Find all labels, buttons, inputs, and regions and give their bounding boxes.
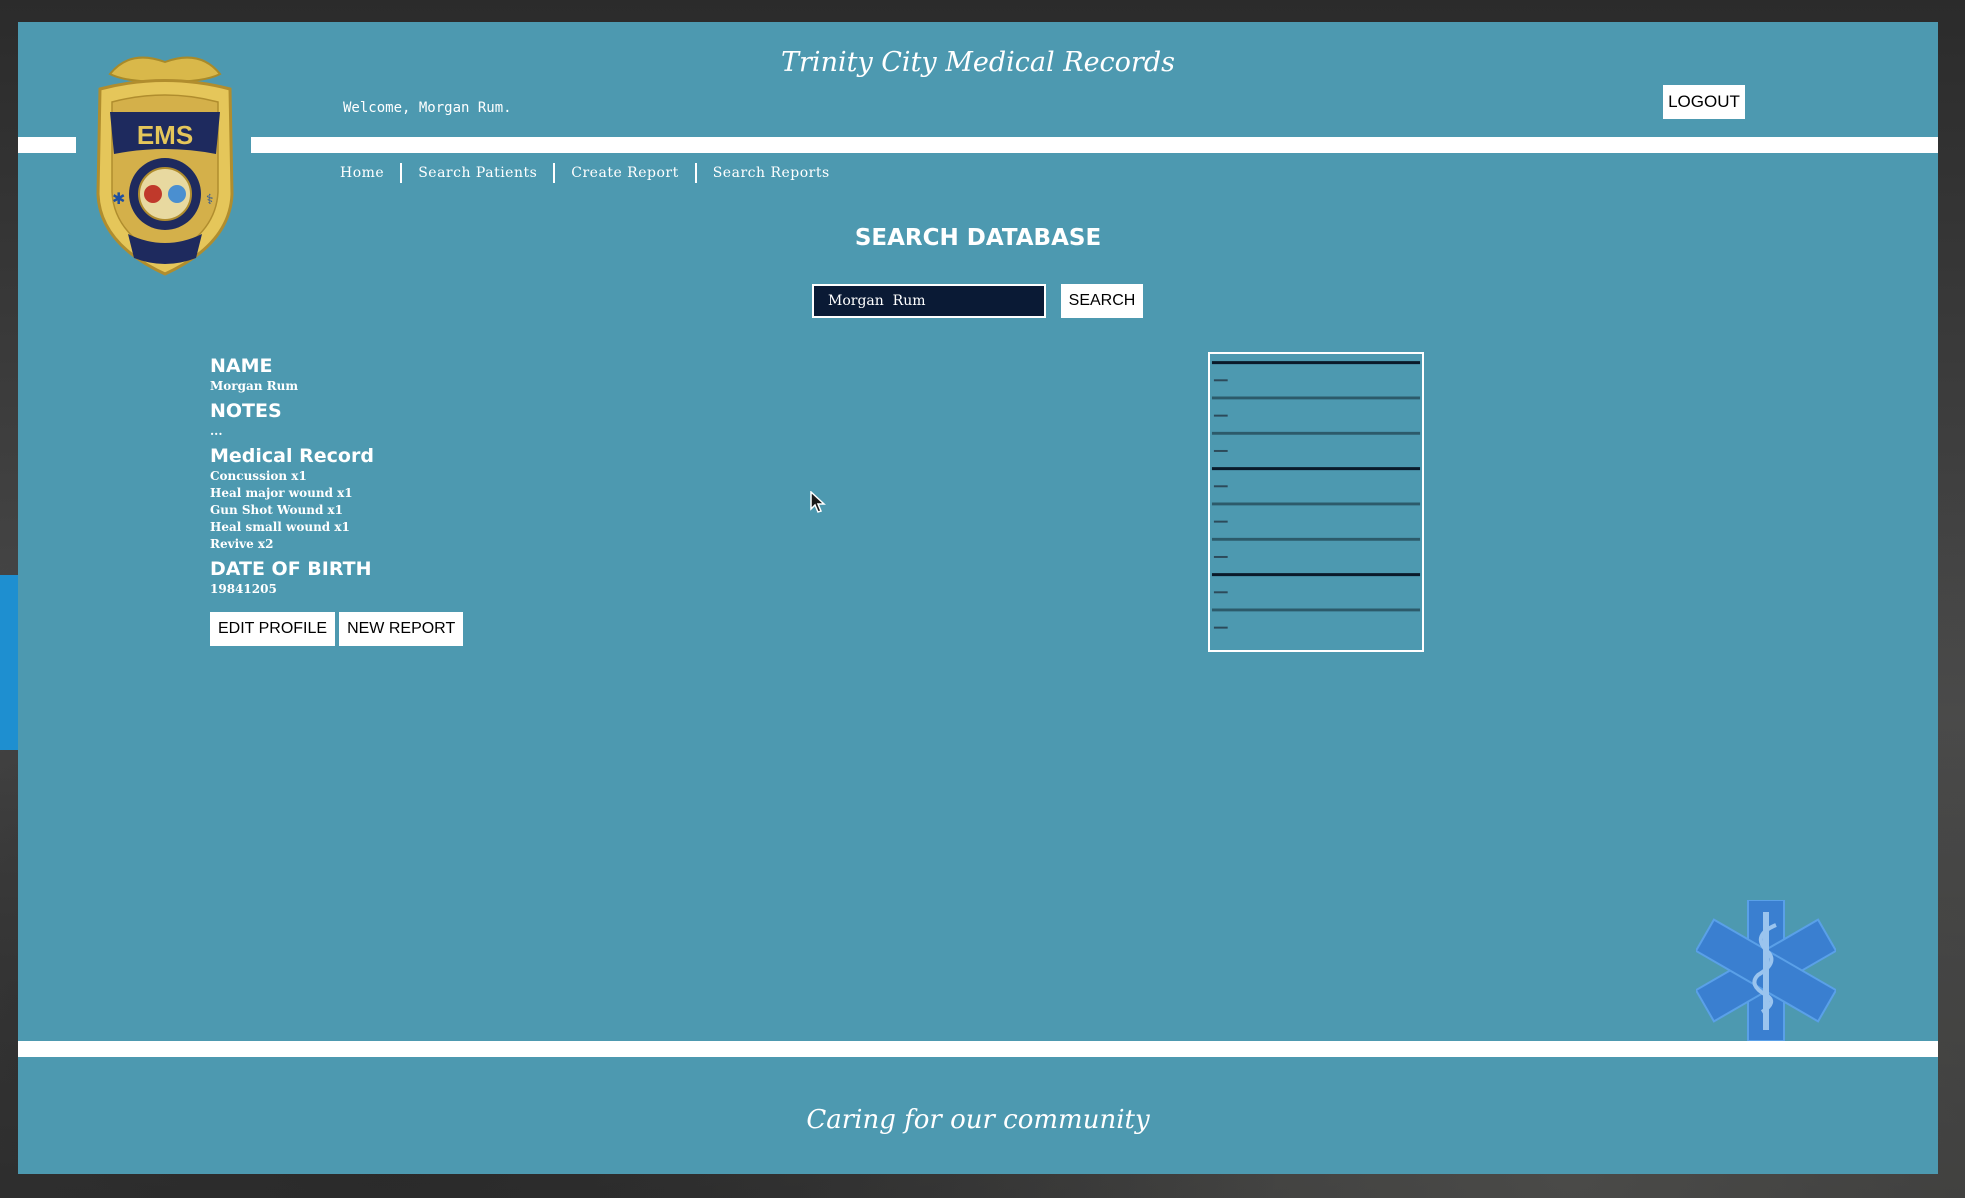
footer-tagline: Caring for our community [806, 1105, 1150, 1135]
main-nav: Home Search Patients Create Report Searc… [340, 163, 846, 183]
medical-record-list: Concussion x1 Heal major wound x1 Gun Sh… [210, 468, 463, 553]
name-label: NAME [210, 355, 273, 377]
welcome-message: Welcome, Morgan Rum. [343, 100, 512, 116]
patient-record: NAME Morgan Rum NOTES ... Medical Record… [210, 354, 464, 646]
search-heading: SEARCH DATABASE [854, 225, 1102, 251]
edit-profile-button[interactable]: EDIT PROFILE [210, 612, 336, 646]
header-stripe-left [18, 137, 76, 153]
mouse-cursor-icon [810, 491, 826, 513]
record-actions: EDIT PROFILE NEW REPORT [210, 612, 464, 646]
nav-create-report[interactable]: Create Report [555, 165, 694, 181]
medical-records-panel: Trinity City Medical Records Welcome, Mo… [18, 22, 1938, 1174]
page-title: Trinity City Medical Records [781, 47, 1175, 78]
svg-text:EMS: EMS [137, 120, 193, 150]
list-item: Heal major wound x1 [210, 486, 353, 500]
search-input[interactable]: Morgan Rum [812, 284, 1046, 318]
list-item: Heal small wound x1 [210, 520, 350, 534]
nav-search-reports[interactable]: Search Reports [697, 165, 846, 181]
new-report-button[interactable]: NEW REPORT [339, 612, 464, 646]
medical-record-label: Medical Record [210, 445, 374, 467]
patient-notes: ... [210, 424, 223, 438]
nav-home[interactable]: Home [340, 165, 400, 181]
patient-name: Morgan Rum [210, 379, 299, 393]
dob-label: DATE OF BIRTH [210, 558, 372, 580]
svg-text:✱: ✱ [112, 189, 125, 208]
logout-button[interactable]: LOGOUT [1663, 85, 1745, 119]
svg-text:⚕: ⚕ [206, 192, 214, 208]
list-item: Revive x2 [210, 537, 274, 551]
nav-search-patients[interactable]: Search Patients [402, 165, 553, 181]
footer-stripe [18, 1041, 1938, 1057]
search-button[interactable]: SEARCH [1061, 284, 1143, 318]
notes-label: NOTES [210, 400, 282, 422]
report-list-box[interactable] [1208, 352, 1424, 652]
search-input-value: Morgan Rum [828, 293, 926, 309]
patient-dob: 19841205 [210, 582, 277, 596]
star-of-life-icon [1696, 900, 1836, 1041]
list-item: Concussion x1 [210, 469, 307, 483]
header-stripe-right [251, 137, 1938, 153]
list-item: Gun Shot Wound x1 [210, 503, 344, 517]
